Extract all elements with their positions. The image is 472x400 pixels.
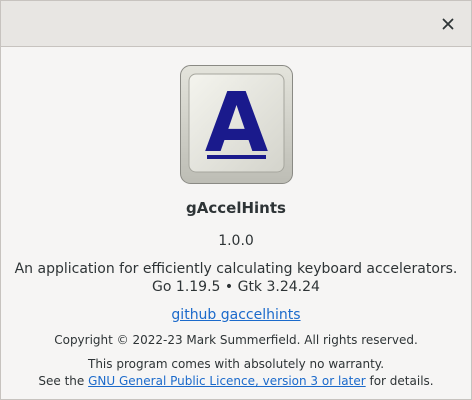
- about-content: A gAccelHints 1.0.0 An application for e…: [1, 47, 471, 399]
- app-runtime-info: Go 1.19.5 • Gtk 3.24.24: [152, 279, 320, 295]
- website-link[interactable]: github gaccelhints: [171, 307, 300, 323]
- app-name: gAccelHints: [186, 199, 286, 217]
- license-text: See the GNU General Public Licence, vers…: [1, 374, 471, 388]
- license-link[interactable]: GNU General Public Licence, version 3 or…: [88, 374, 366, 388]
- website-row: github gaccelhints: [1, 307, 471, 323]
- app-logo-icon: A: [180, 65, 293, 184]
- about-dialog: A gAccelHints 1.0.0 An application for e…: [0, 0, 472, 400]
- app-version: 1.0.0: [218, 233, 254, 249]
- license-prefix: See the: [38, 374, 89, 388]
- copyright-text: Copyright © 2022-23 Mark Summerfield. Al…: [54, 333, 418, 347]
- license-suffix: for details.: [365, 374, 434, 388]
- app-comment: An application for efficiently calculati…: [14, 261, 458, 277]
- close-button[interactable]: [437, 13, 459, 35]
- headerbar: [1, 1, 471, 47]
- warranty-text: This program comes with absolutely no wa…: [87, 357, 385, 371]
- close-icon: [442, 18, 454, 30]
